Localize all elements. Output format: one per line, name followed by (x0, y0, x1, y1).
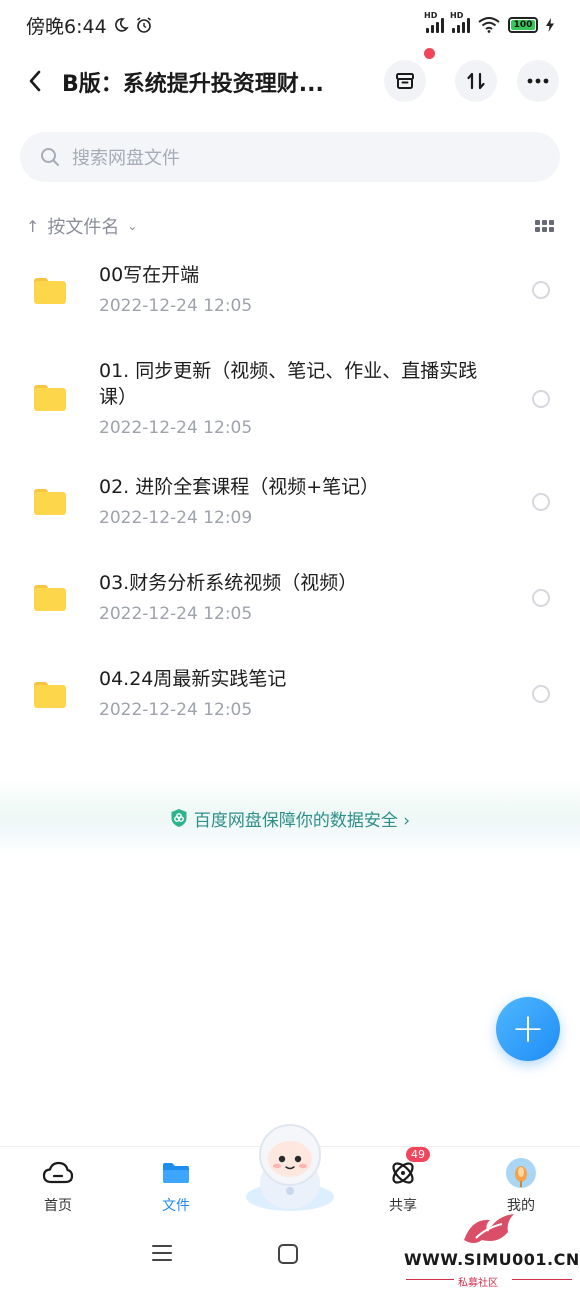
folder-icon (163, 1163, 189, 1183)
add-button[interactable]: + (496, 997, 560, 1061)
select-radio[interactable] (532, 281, 550, 299)
status-time: 傍晚6:44 (26, 15, 107, 38)
alarm-icon (136, 17, 151, 33)
folder-icon (34, 489, 66, 515)
security-banner-text: 百度网盘保障你的数据安全 › (193, 810, 411, 831)
list-item[interactable]: 01. 同步更新（视频、笔记、作业、直播实践课） 2022-12-24 12:0… (0, 354, 580, 446)
avatar (506, 1158, 536, 1188)
watermark-line (406, 1279, 454, 1280)
select-radio[interactable] (532, 390, 550, 408)
select-radio[interactable] (532, 589, 550, 607)
more-dots-icon (527, 78, 549, 84)
nav-files-label: 文件 (162, 1198, 190, 1214)
grid-view-button[interactable] (535, 220, 554, 232)
list-item[interactable]: 03.财务分析系统视频（视频） 2022-12-24 12:05 (0, 566, 580, 636)
nav-home-label: 首页 (44, 1198, 72, 1214)
wifi-icon (478, 17, 500, 33)
list-item[interactable]: 04.24周最新实践笔记 2022-12-24 12:05 (0, 662, 580, 732)
search-input[interactable]: 搜索网盘文件 (20, 132, 560, 182)
share-orbit-icon (392, 1162, 414, 1184)
file-date: 2022-12-24 12:05 (99, 604, 253, 624)
file-date: 2022-12-24 12:05 (99, 418, 253, 438)
page-title: B版：系统提升投资理财... (62, 72, 324, 97)
sort-arrow-icon[interactable]: ↑ (26, 217, 39, 236)
recent-apps-button[interactable] (152, 1245, 172, 1266)
charging-icon (546, 18, 554, 32)
chevron-left-icon (29, 70, 41, 92)
nav-share[interactable]: 49 共享 (363, 1147, 443, 1215)
list-item[interactable]: 02. 进阶全套课程（视频+笔记） 2022-12-24 12:09 (0, 470, 580, 540)
file-date: 2022-12-24 12:09 (99, 508, 253, 528)
transfer-list-button[interactable] (384, 60, 426, 102)
cloud-icon (42, 1161, 74, 1184)
app-header: B版：系统提升投资理财... (0, 48, 580, 106)
file-name: 02. 进阶全套课程（视频+笔记） (99, 476, 380, 498)
sort-transfer-button[interactable] (455, 60, 497, 102)
notification-dot (424, 48, 435, 59)
search-icon (41, 148, 59, 166)
moon-icon (114, 18, 129, 32)
nav-me[interactable]: 我的 (481, 1155, 561, 1215)
folder-icon (34, 385, 66, 411)
search-placeholder: 搜索网盘文件 (72, 148, 180, 169)
home-button[interactable] (278, 1244, 298, 1264)
signal-icon: HD (450, 11, 470, 33)
sort-bar: ↑ 按文件名 ⌄ (26, 212, 554, 240)
file-name: 00写在开端 (99, 264, 200, 286)
watermark-text: WWW.SIMU001.CN (404, 1250, 580, 1269)
file-date: 2022-12-24 12:05 (99, 700, 253, 720)
folder-icon (34, 278, 66, 304)
watermark: WWW.SIMU001.CN 私募社区 (400, 1210, 580, 1289)
file-date: 2022-12-24 12:05 (99, 296, 253, 316)
shield-icon (171, 809, 187, 827)
watermark-line (512, 1279, 572, 1280)
status-bar: 傍晚6:44 HD HD 100 (0, 0, 580, 50)
archive-box-icon (396, 73, 414, 89)
sort-label[interactable]: 按文件名 (47, 213, 119, 239)
more-button[interactable] (517, 60, 559, 102)
mascot-icon[interactable] (242, 1119, 338, 1215)
signal-icon: HD (424, 11, 444, 33)
chevron-down-icon[interactable]: ⌄ (127, 219, 137, 233)
watermark-sub: 私募社区 (458, 1278, 498, 1289)
plus-icon: + (511, 1006, 545, 1052)
select-radio[interactable] (532, 493, 550, 511)
select-radio[interactable] (532, 685, 550, 703)
file-name: 01. 同步更新（视频、笔记、作业、直播实践课） (99, 360, 478, 408)
nav-home[interactable]: 首页 (18, 1155, 98, 1215)
file-name: 03.财务分析系统视频（视频） (99, 572, 358, 594)
list-item[interactable]: 00写在开端 2022-12-24 12:05 (0, 258, 580, 328)
watermark-logo (464, 1214, 514, 1243)
share-badge: 49 (406, 1147, 430, 1162)
battery-icon: 100 (508, 17, 538, 33)
security-banner[interactable]: 百度网盘保障你的数据安全 › (0, 780, 580, 856)
nav-files[interactable]: 文件 (136, 1155, 216, 1215)
file-name: 04.24周最新实践笔记 (99, 668, 287, 690)
folder-icon (34, 682, 66, 708)
back-button[interactable] (20, 64, 50, 98)
folder-icon (34, 585, 66, 611)
up-down-arrows-icon (467, 72, 485, 90)
